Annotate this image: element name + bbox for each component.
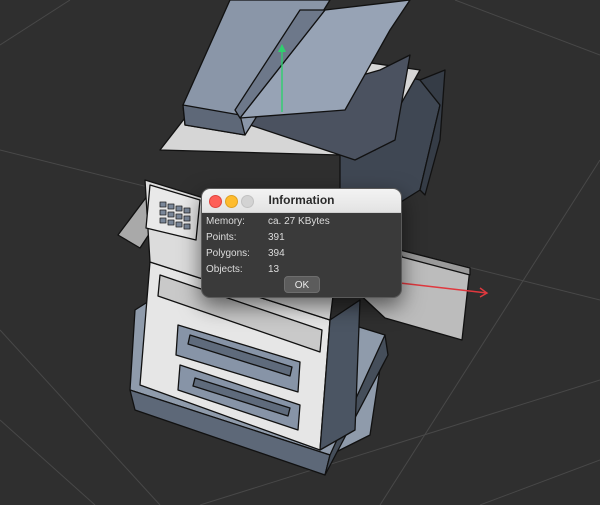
info-row-memory: Memory: ca. 27 KBytes [202,213,401,229]
info-label: Memory: [206,216,245,227]
info-value: ca. 27 KBytes [268,216,330,227]
info-row-objects: Objects: 13 [202,261,401,277]
info-label: Polygons: [206,248,250,259]
info-value: 394 [268,248,285,259]
info-value: 391 [268,232,285,243]
info-list: Memory: ca. 27 KBytes Points: 391 Polygo… [202,213,401,277]
info-row-points: Points: 391 [202,229,401,245]
dialog-title: Information [268,193,335,207]
dialog-titlebar[interactable]: Information [202,189,401,213]
information-dialog: Information Memory: ca. 27 KBytes Points… [201,188,402,298]
ok-button[interactable]: OK [284,276,320,293]
info-value: 13 [268,264,280,275]
info-label: Objects: [206,264,243,275]
info-row-polygons: Polygons: 394 [202,245,401,261]
info-label: Points: [206,232,237,243]
